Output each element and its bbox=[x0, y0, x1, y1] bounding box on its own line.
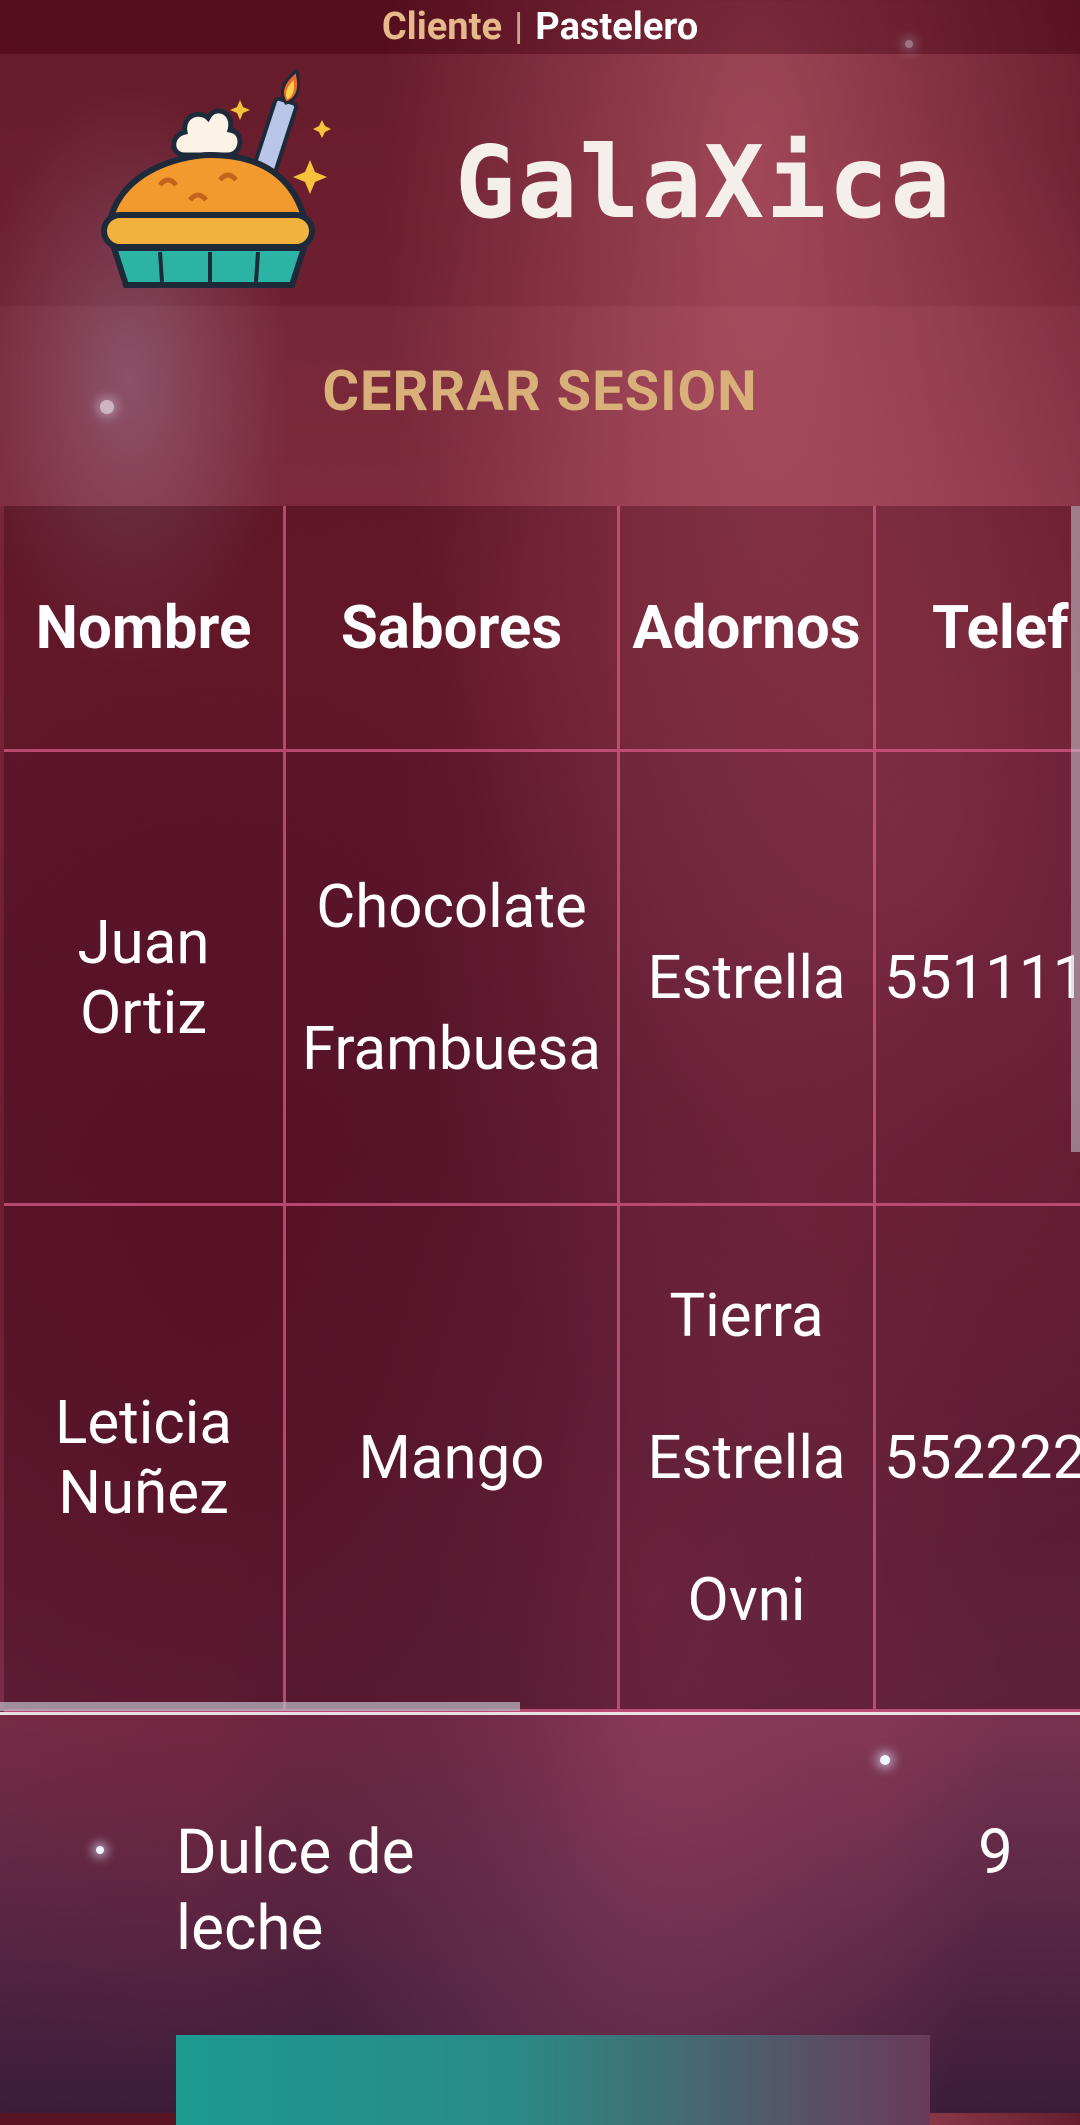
table-row-2-adornos: Tierra Estrella Ovni bbox=[620, 1206, 876, 1712]
item-name-text: Dulce de leche bbox=[176, 1816, 415, 1965]
cell-line: Ovni bbox=[687, 1563, 806, 1635]
item-name: Dulce de leche bbox=[176, 1815, 476, 1967]
logout-button[interactable]: CERRAR SESION bbox=[0, 358, 1080, 424]
table-row-1-sabores: Chocolate Frambuesa bbox=[286, 752, 620, 1206]
table-row-2-telefono: 552222 bbox=[876, 1206, 1080, 1712]
horizontal-scrollbar-thumb[interactable] bbox=[0, 1702, 520, 1711]
table-row-1-nombre: Juan Ortiz bbox=[4, 752, 286, 1206]
column-header-nombre: Nombre bbox=[4, 506, 286, 752]
cell-line: Juan bbox=[77, 906, 210, 978]
horizontal-scroll-track[interactable] bbox=[0, 1712, 1080, 1715]
background-star bbox=[880, 1755, 890, 1765]
action-button[interactable] bbox=[176, 2035, 930, 2125]
column-header-telefono: Telef bbox=[876, 506, 1080, 752]
cell-line: Ortiz bbox=[79, 976, 208, 1048]
table-row-1-telefono: 551111 bbox=[876, 752, 1080, 1206]
cell-line: Mango bbox=[358, 1421, 545, 1493]
cell-line: Nuñez bbox=[58, 1456, 229, 1528]
cell-line: 551111 bbox=[884, 941, 1080, 1013]
table-row-2-nombre: Leticia Nuñez bbox=[4, 1206, 286, 1712]
cell-line: Tierra bbox=[669, 1279, 824, 1351]
pie-with-rocket-icon bbox=[101, 68, 331, 288]
role-toggle-bar: Cliente | Pastelero bbox=[0, 0, 1080, 54]
cell-line: Estrella bbox=[647, 1421, 846, 1493]
cliente-toggle[interactable]: Cliente bbox=[382, 5, 502, 49]
column-header-sabores: Sabores bbox=[286, 506, 620, 752]
vertical-scrollbar[interactable] bbox=[1071, 506, 1080, 1152]
background-star bbox=[96, 1846, 104, 1854]
table-row-2-sabores: Mango bbox=[286, 1206, 620, 1712]
orders-table[interactable]: Nombre Sabores Adornos Telef Juan Ortiz … bbox=[0, 506, 1080, 1712]
cell-line: Frambuesa bbox=[301, 1012, 601, 1084]
column-header-adornos: Adornos bbox=[620, 506, 876, 752]
cell-line: Estrella bbox=[647, 941, 846, 1013]
table-row-1-adornos: Estrella bbox=[620, 752, 876, 1206]
pastelero-toggle[interactable]: Pastelero bbox=[535, 5, 698, 49]
toggle-separator: | bbox=[514, 5, 524, 49]
cell-line: 552222 bbox=[884, 1421, 1080, 1493]
brand-title: GalaXica bbox=[455, 124, 953, 241]
cell-line: Chocolate bbox=[316, 870, 587, 942]
item-quantity: 9 bbox=[978, 1816, 1013, 1889]
app-header: GalaXica bbox=[0, 54, 1080, 306]
cell-line: Leticia bbox=[55, 1386, 232, 1458]
